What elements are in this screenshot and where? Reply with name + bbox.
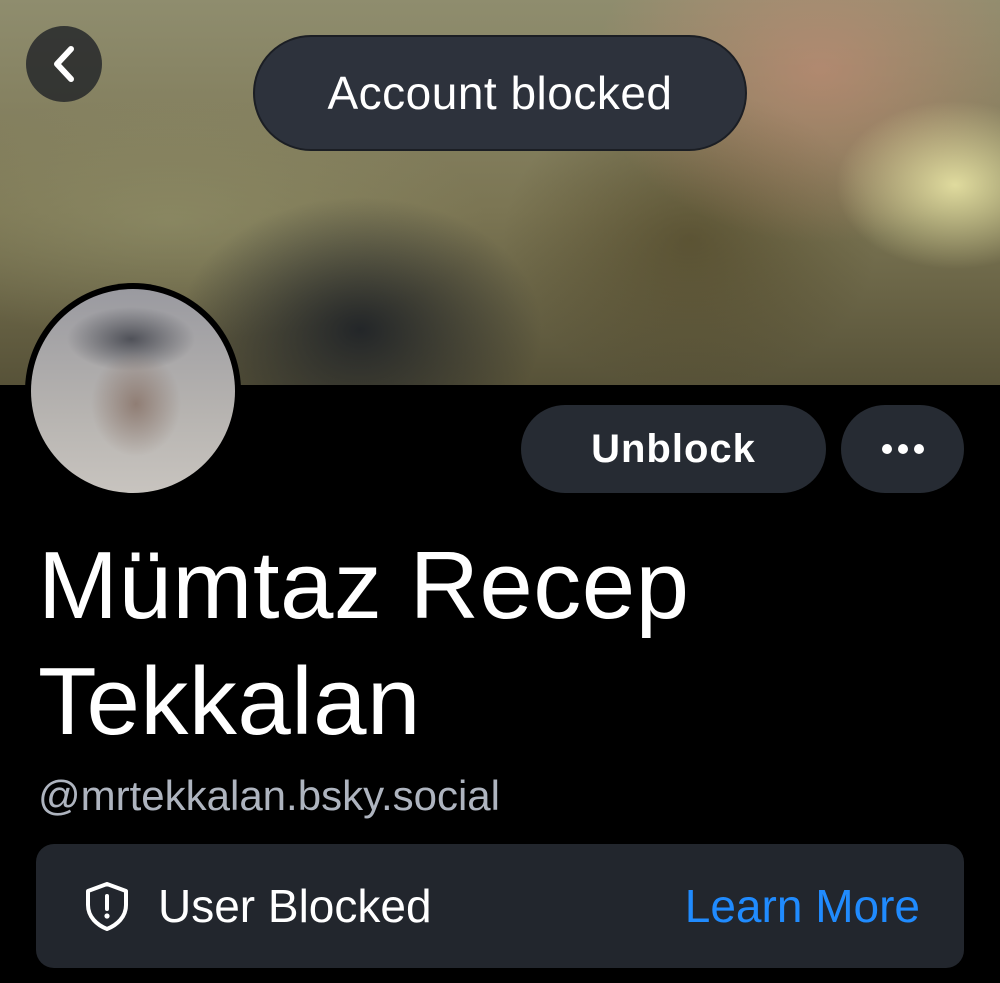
- ellipsis-icon: [881, 444, 924, 454]
- user-blocked-label: User Blocked: [158, 880, 432, 932]
- unblock-button[interactable]: Unblock: [521, 405, 826, 493]
- back-button[interactable]: [26, 26, 102, 102]
- avatar-image: [31, 289, 235, 493]
- shield-icon: [80, 879, 134, 933]
- avatar[interactable]: [25, 283, 241, 499]
- learn-more-link[interactable]: Learn More: [685, 879, 920, 933]
- user-handle: @mrtekkalan.bsky.social: [38, 772, 500, 819]
- profile-screen: Account blocked Unblock Mümtaz Recep Tek…: [0, 0, 1000, 983]
- unblock-label: Unblock: [591, 426, 756, 471]
- user-blocked-notice: User Blocked Learn More: [36, 844, 964, 968]
- chevron-left-icon: [51, 44, 77, 84]
- toast-text: Account blocked: [327, 67, 673, 119]
- account-blocked-toast: Account blocked: [253, 35, 747, 151]
- display-name: Mümtaz Recep Tekkalan: [38, 532, 690, 755]
- more-options-button[interactable]: [841, 405, 964, 493]
